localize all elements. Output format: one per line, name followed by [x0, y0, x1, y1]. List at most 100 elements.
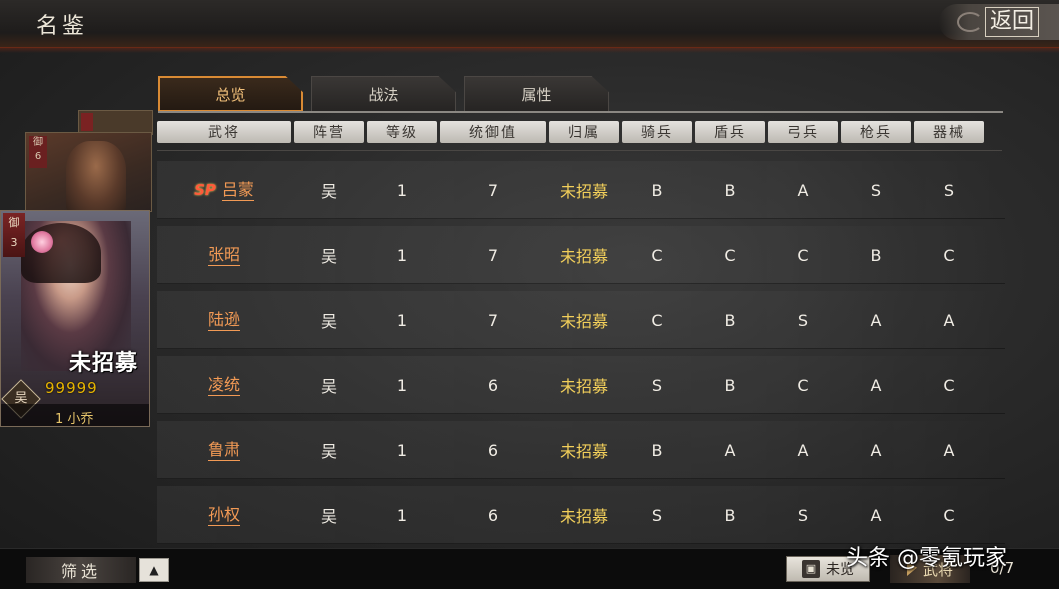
level-cell: 1: [396, 310, 408, 330]
siege-cell: A: [943, 440, 955, 460]
level-cell: 1: [396, 245, 408, 265]
siege-cell: A: [943, 310, 955, 330]
col-header-level[interactable]: 等级: [367, 121, 437, 143]
spear-cell: A: [870, 310, 882, 330]
command-cell: 6: [487, 440, 499, 460]
table-row[interactable]: 孙权 吴 1 6 未招募 S B S A C: [157, 486, 1005, 544]
col-header-siege[interactable]: 器械: [914, 121, 984, 143]
col-header-spear[interactable]: 枪兵: [841, 121, 911, 143]
filter-button[interactable]: 筛选: [26, 557, 136, 583]
back-button[interactable]: 返回: [939, 4, 1059, 40]
faction-cell: 吴: [320, 247, 337, 266]
general-cell: 凌统: [157, 356, 291, 414]
siege-cell: C: [943, 245, 955, 265]
card-name: 1 小乔: [55, 412, 94, 427]
faction-cell: 吴: [320, 312, 337, 331]
archer-cell: A: [797, 180, 809, 200]
col-header-faction[interactable]: 阵营: [294, 121, 364, 143]
general-name[interactable]: 凌统: [207, 375, 240, 396]
command-cell: 7: [487, 180, 499, 200]
watermark: 头条 @零氪玩家: [846, 546, 1007, 571]
selected-general-card[interactable]: 御 3 未招募 吴 99999 1 小乔: [0, 210, 150, 427]
general-portrait: [66, 141, 126, 211]
status-cell: 未招募: [559, 247, 608, 266]
command-cell: 7: [487, 245, 499, 265]
shield-cell: C: [724, 245, 736, 265]
table-row[interactable]: SP 吕蒙 吴 1 7 未招募 B B A S S: [157, 161, 1005, 219]
status-cell: 未招募: [559, 377, 608, 396]
level-cell: 1: [396, 440, 408, 460]
col-header-general[interactable]: 武将: [157, 121, 291, 143]
cavalry-cell: C: [651, 310, 663, 330]
spear-cell: B: [870, 245, 882, 265]
triangle-up-icon[interactable]: ▲: [139, 558, 169, 582]
status-cell: 未招募: [559, 507, 608, 526]
card-rank-tag: 御 6: [29, 136, 47, 168]
back-button-label: 返回: [984, 7, 1039, 37]
table-header: 武将 阵营 等级 统御值 归属 骑兵 盾兵 弓兵 枪兵 器械: [157, 119, 1005, 147]
cavalry-cell: C: [651, 245, 663, 265]
table-row[interactable]: 凌统 吴 1 6 未招募 S B C A C: [157, 356, 1005, 414]
card-status: 未招募: [69, 351, 139, 376]
spear-cell: A: [870, 440, 882, 460]
tab-attributes[interactable]: 属性: [464, 76, 609, 112]
spear-cell: A: [870, 505, 882, 525]
cavalry-cell: S: [651, 505, 663, 525]
header-divider: [157, 150, 1002, 151]
command-cell: 7: [487, 310, 499, 330]
col-header-archer[interactable]: 弓兵: [768, 121, 838, 143]
col-header-shield[interactable]: 盾兵: [695, 121, 765, 143]
shield-cell: B: [724, 310, 736, 330]
status-cell: 未招募: [559, 182, 608, 201]
general-name[interactable]: 孙权: [207, 505, 240, 526]
tab-bar: 总览 战法 属性: [158, 76, 609, 112]
archer-cell: A: [797, 440, 809, 460]
tab-divider: [158, 111, 1003, 113]
card-back-middle[interactable]: 御 6: [25, 132, 152, 212]
general-cell: 孙权: [157, 486, 291, 544]
col-header-command[interactable]: 统御值: [440, 121, 546, 143]
general-name[interactable]: 陆逊: [207, 310, 240, 331]
page-title: 名鉴: [36, 14, 89, 39]
table-row[interactable]: 鲁肃 吴 1 6 未招募 B A A A A: [157, 421, 1005, 479]
archer-cell: C: [797, 375, 809, 395]
general-name[interactable]: 张昭: [207, 245, 240, 266]
command-cell: 6: [487, 505, 499, 525]
general-name[interactable]: 鲁肃: [207, 440, 240, 461]
level-cell: 1: [396, 375, 408, 395]
spear-cell: A: [870, 375, 882, 395]
sp-badge-icon: SP: [194, 181, 216, 199]
shield-cell: A: [724, 440, 736, 460]
card-rank-tag: [81, 113, 93, 131]
col-header-status[interactable]: 归属: [549, 121, 619, 143]
card-icon: ▣: [802, 560, 820, 578]
flower-ornament-icon: [31, 231, 53, 253]
portrait-hair: [21, 223, 101, 283]
table-row[interactable]: 张昭 吴 1 7 未招募 C C C B C: [157, 226, 1005, 284]
app-root: 名鉴 返回 总览 战法 属性 御 6 御 3 未招募 吴 99999 1 小乔 …: [0, 0, 1059, 589]
top-bar: 名鉴 返回: [0, 0, 1059, 53]
shield-cell: B: [724, 505, 736, 525]
cavalry-cell: B: [651, 180, 663, 200]
faction-cell: 吴: [320, 377, 337, 396]
faction-cell: 吴: [320, 507, 337, 526]
archer-cell: S: [797, 310, 809, 330]
general-cell: 陆逊: [157, 291, 291, 349]
tab-overview[interactable]: 总览: [158, 76, 303, 112]
shield-cell: B: [724, 180, 736, 200]
siege-cell: C: [943, 375, 955, 395]
star-rating: 99999: [45, 379, 98, 397]
archer-cell: S: [797, 505, 809, 525]
general-cell: 鲁肃: [157, 421, 291, 479]
status-cell: 未招募: [559, 312, 608, 331]
table-row[interactable]: 陆逊 吴 1 7 未招募 C B S A A: [157, 291, 1005, 349]
col-header-cavalry[interactable]: 骑兵: [622, 121, 692, 143]
archer-cell: C: [797, 245, 809, 265]
shield-cell: B: [724, 375, 736, 395]
siege-cell: C: [943, 505, 955, 525]
command-cell: 6: [487, 375, 499, 395]
tab-tactics[interactable]: 战法: [311, 76, 456, 112]
status-cell: 未招募: [559, 442, 608, 461]
card-rank-tag: 御 3: [3, 213, 25, 257]
general-name[interactable]: 吕蒙: [221, 180, 254, 201]
